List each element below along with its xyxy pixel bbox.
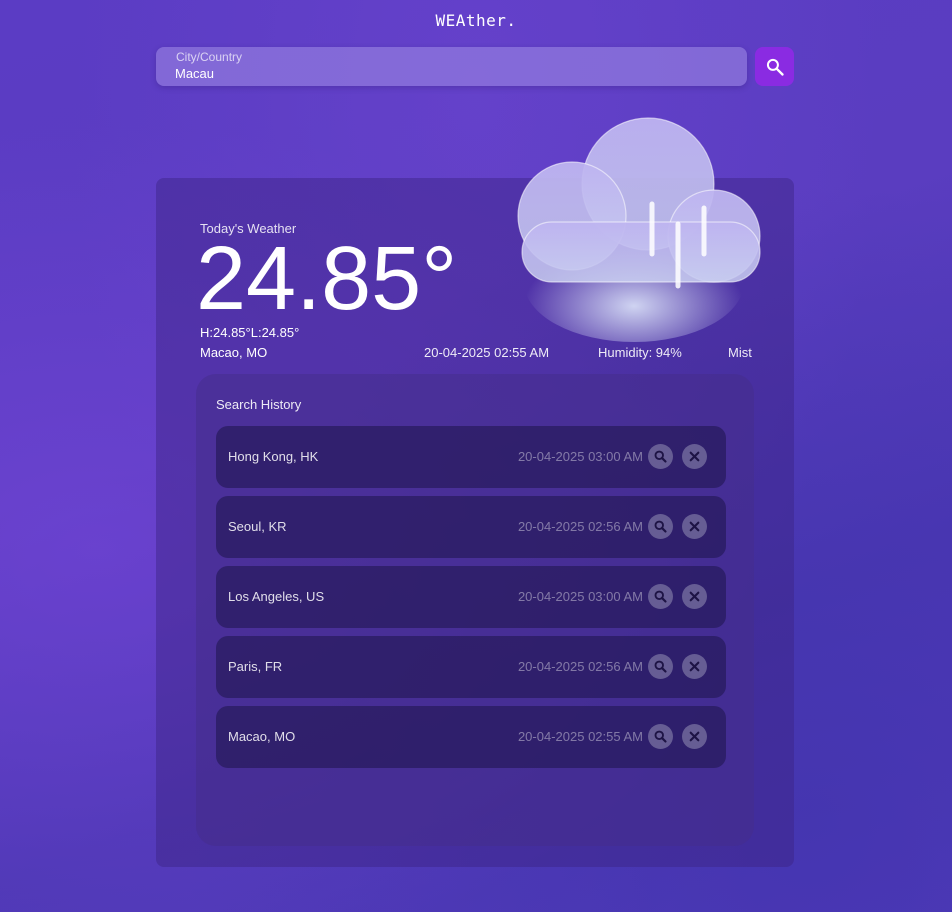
close-icon: [689, 661, 700, 672]
close-icon: [689, 731, 700, 742]
history-time: 20-04-2025 03:00 AM: [517, 589, 643, 604]
history-item[interactable]: Los Angeles, US 20-04-2025 03:00 AM: [216, 566, 726, 628]
temperature: 24.85°: [196, 229, 458, 329]
history-time: 20-04-2025 02:55 AM: [517, 729, 643, 744]
search-box[interactable]: City/Country: [156, 47, 747, 86]
history-delete-button[interactable]: [682, 724, 707, 749]
close-icon: [689, 521, 700, 532]
history-delete-button[interactable]: [682, 584, 707, 609]
history-search-button[interactable]: [648, 584, 673, 609]
search-icon: [654, 660, 667, 673]
search-icon: [654, 520, 667, 533]
search-label: City/Country: [176, 50, 243, 64]
close-icon: [689, 451, 700, 462]
history-list: Hong Kong, HK 20-04-2025 03:00 AM Seoul,…: [216, 426, 726, 776]
history-search-button[interactable]: [648, 724, 673, 749]
history-time: 20-04-2025 02:56 AM: [517, 519, 643, 534]
search-icon: [654, 590, 667, 603]
search-icon: [654, 730, 667, 743]
search-icon: [654, 450, 667, 463]
close-icon: [689, 591, 700, 602]
history-city: Hong Kong, HK: [228, 449, 319, 464]
search-icon: [766, 58, 784, 76]
search-history-panel: Search History Hong Kong, HK 20-04-2025 …: [196, 374, 754, 846]
history-city: Macao, MO: [228, 729, 296, 744]
search-history-title: Search History: [216, 397, 302, 412]
app-title: WEAther.: [435, 11, 517, 30]
history-search-button[interactable]: [648, 444, 673, 469]
high-low: H:24.85°L:24.85°: [200, 325, 300, 340]
history-delete-button[interactable]: [682, 514, 707, 539]
history-item[interactable]: Hong Kong, HK 20-04-2025 03:00 AM: [216, 426, 726, 488]
history-item[interactable]: Seoul, KR 20-04-2025 02:56 AM: [216, 496, 726, 558]
history-city: Seoul, KR: [228, 519, 287, 534]
history-item[interactable]: Paris, FR 20-04-2025 02:56 AM: [216, 636, 726, 698]
current-city: Macao, MO: [200, 345, 268, 360]
history-time: 20-04-2025 02:56 AM: [517, 659, 643, 674]
history-item[interactable]: Macao, MO 20-04-2025 02:55 AM: [216, 706, 726, 768]
rain-cloud-icon: [517, 117, 761, 342]
history-delete-button[interactable]: [682, 654, 707, 679]
history-city: Paris, FR: [228, 659, 283, 674]
search-input[interactable]: [175, 64, 715, 82]
history-delete-button[interactable]: [682, 444, 707, 469]
search-button[interactable]: [755, 47, 794, 86]
history-search-button[interactable]: [648, 654, 673, 679]
history-city: Los Angeles, US: [228, 589, 325, 604]
history-search-button[interactable]: [648, 514, 673, 539]
history-time: 20-04-2025 03:00 AM: [517, 449, 643, 464]
